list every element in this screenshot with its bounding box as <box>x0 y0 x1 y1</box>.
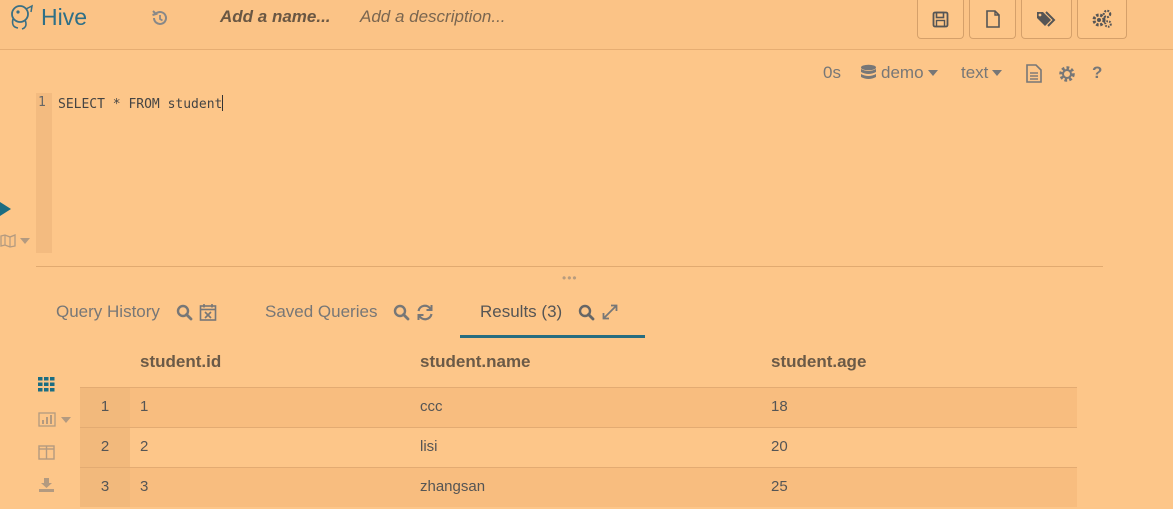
query-description-input[interactable]: Add a description... <box>360 7 506 27</box>
tags-button[interactable] <box>1021 0 1072 39</box>
hive-logo-icon <box>11 4 33 30</box>
tab-label: Query History <box>56 302 160 321</box>
database-selector[interactable]: demo <box>860 63 938 83</box>
database-icon <box>861 64 876 79</box>
line-number: 1 <box>38 95 46 110</box>
cell-age: 25 <box>771 478 788 495</box>
query-name-input[interactable]: Add a name... <box>220 7 331 27</box>
gear-icon[interactable] <box>1058 65 1076 83</box>
chevron-down-icon <box>20 238 30 244</box>
map-dropdown[interactable] <box>0 234 30 248</box>
document-icon[interactable] <box>1026 64 1042 83</box>
database-name: demo <box>881 63 924 82</box>
download-button[interactable] <box>38 477 55 493</box>
chart-icon <box>38 412 56 427</box>
calendar-clear-icon[interactable] <box>199 303 217 321</box>
cell-name: zhangsan <box>420 478 486 495</box>
chart-view-button[interactable] <box>38 412 71 427</box>
active-tab-indicator <box>460 335 645 338</box>
cell-age: 18 <box>771 398 788 415</box>
search-icon[interactable] <box>176 304 193 321</box>
history-icon[interactable] <box>150 8 170 28</box>
row-number: 2 <box>80 428 130 467</box>
top-bar: Hive Add a name... Add a description... <box>0 0 1173 50</box>
save-button[interactable] <box>917 0 964 39</box>
help-icon[interactable]: ? <box>1092 63 1102 83</box>
cell-id: 1 <box>140 398 149 415</box>
text-cursor <box>222 95 224 111</box>
expand-icon[interactable] <box>601 303 619 321</box>
chevron-down-icon <box>927 70 938 76</box>
cell-name: ccc <box>420 398 443 415</box>
row-number: 3 <box>80 468 130 507</box>
tab-query-history[interactable]: Query History <box>56 302 223 322</box>
resize-handle[interactable]: ••• <box>562 272 578 284</box>
refresh-icon[interactable] <box>416 304 434 321</box>
tab-label: Saved Queries <box>265 302 378 321</box>
chevron-down-icon <box>61 416 71 423</box>
tab-saved-queries[interactable]: Saved Queries <box>265 302 440 322</box>
grid-icon <box>38 377 55 392</box>
table-row[interactable]: 1 1 ccc 18 <box>80 387 1077 427</box>
settings-cogs-icon <box>1092 9 1112 28</box>
app-title: Hive <box>41 4 88 30</box>
search-icon[interactable] <box>578 304 595 321</box>
execution-time: 0s <box>823 63 841 82</box>
sql-code: SELECT * FROM student <box>58 97 223 112</box>
map-icon <box>0 234 16 248</box>
table-row[interactable]: 2 2 lisi 20 <box>80 427 1077 467</box>
column-header[interactable]: student.id <box>140 352 221 372</box>
tags-icon <box>1036 11 1055 27</box>
tab-label: Results (3) <box>480 302 563 321</box>
columns-toggle-button[interactable] <box>38 445 55 460</box>
format-selector[interactable]: text <box>961 63 1003 83</box>
save-icon <box>932 11 949 27</box>
download-icon <box>39 478 54 492</box>
execute-button[interactable] <box>0 202 11 216</box>
search-icon[interactable] <box>393 304 410 321</box>
columns-icon <box>38 445 55 460</box>
new-document-icon <box>985 10 1000 28</box>
cell-id: 3 <box>140 478 149 495</box>
cell-name: lisi <box>420 438 438 455</box>
chevron-down-icon <box>992 70 1003 76</box>
new-document-button[interactable] <box>969 0 1016 39</box>
format-name: text <box>961 63 989 82</box>
grid-view-button[interactable] <box>38 377 55 392</box>
cell-age: 20 <box>771 438 788 455</box>
column-header[interactable]: student.age <box>771 352 866 372</box>
table-row[interactable]: 3 3 zhangsan 25 <box>80 467 1077 507</box>
cell-id: 2 <box>140 438 149 455</box>
sql-editor[interactable]: SELECT * FROM student <box>58 95 224 112</box>
row-number: 1 <box>80 388 130 427</box>
settings-button[interactable] <box>1077 0 1127 39</box>
editor-gutter <box>36 93 52 253</box>
tab-results[interactable]: Results (3) <box>480 302 625 322</box>
editor-divider <box>36 266 1103 267</box>
column-header[interactable]: student.name <box>420 352 531 372</box>
